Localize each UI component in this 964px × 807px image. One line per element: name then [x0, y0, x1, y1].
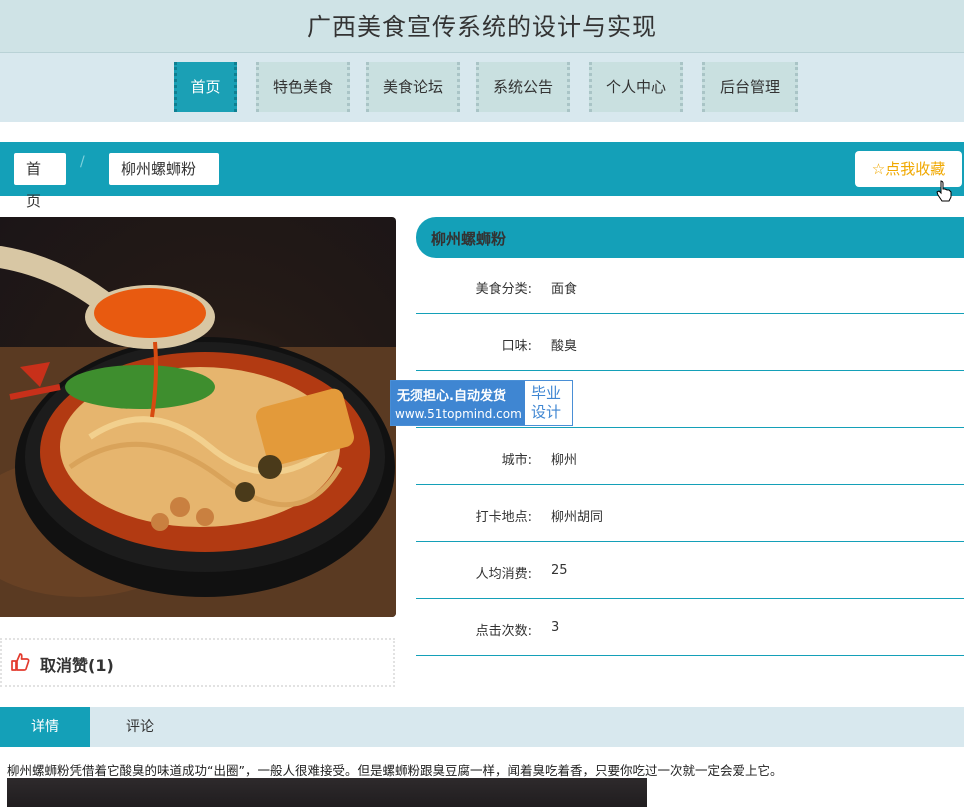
star-icon: ☆	[871, 160, 886, 178]
info-label: 人均消费:	[475, 567, 532, 582]
noodle-bowl-illustration	[0, 246, 396, 617]
info-row-city: 城市: 柳州	[416, 429, 964, 485]
info-row-category: 美食分类: 面食	[416, 258, 964, 314]
info-value: 3	[551, 620, 560, 635]
breadcrumb-current: 柳州螺蛳粉	[109, 153, 219, 185]
info-label: 打卡地点:	[475, 510, 532, 525]
nav-item-home[interactable]: 首页	[174, 62, 237, 112]
like-box[interactable]: 取消赞(1)	[0, 638, 395, 687]
breadcrumb-bar: 首页 / 柳州螺蛳粉 ☆点我收藏	[0, 142, 964, 210]
nav-item-personal-center[interactable]: 个人中心	[589, 62, 683, 112]
breadcrumb-separator: /	[80, 154, 85, 170]
nav-item-food-forum[interactable]: 美食论坛	[366, 62, 460, 112]
tab-comment[interactable]: 评论	[100, 707, 180, 747]
info-label: 美食分类:	[475, 282, 532, 297]
favorite-label: 点我收藏	[885, 160, 946, 178]
info-label: 点击次数:	[475, 624, 532, 639]
food-name-header: 柳州螺蛳粉	[416, 217, 964, 258]
watermark: 无须担心.自动发货 www.51topmind.com 毕业 设计	[390, 380, 573, 426]
thumbs-up-icon	[11, 653, 30, 671]
nav-item-featured-food[interactable]: 特色美食	[256, 62, 350, 112]
nav-item-announcements[interactable]: 系统公告	[476, 62, 570, 112]
nav-item-admin[interactable]: 后台管理	[702, 62, 798, 112]
tab-detail[interactable]: 详情	[0, 707, 90, 747]
watermark-left: 无须担心.自动发货 www.51topmind.com	[391, 381, 525, 425]
detail-image	[7, 778, 647, 807]
info-value: 柳州	[551, 453, 578, 468]
detail-tabs: 详情 评论	[0, 707, 964, 747]
info-value: 酸臭	[551, 339, 578, 354]
watermark-line2: www.51topmind.com	[395, 407, 522, 421]
info-label: 口味:	[501, 339, 532, 354]
watermark-right: 毕业 设计	[531, 384, 562, 421]
site-title: 广西美食宣传系统的设计与实现	[307, 13, 657, 41]
food-description: 柳州螺蛳粉凭借着它酸臭的味道成功“出圈”，一般人很难接受。但是螺蛳粉跟臭豆腐一样…	[7, 763, 783, 778]
watermark-line1: 无须担心.自动发货	[397, 389, 506, 404]
food-image	[0, 217, 396, 617]
info-row-location: 打卡地点: 柳州胡同	[416, 486, 964, 542]
info-value: 面食	[551, 282, 578, 297]
info-row-click-count: 点击次数: 3	[416, 600, 964, 656]
title-bar: 广西美食宣传系统的设计与实现	[0, 0, 964, 53]
breadcrumb-home[interactable]: 首页	[14, 153, 66, 210]
unlike-label: 取消赞(1)	[40, 656, 114, 675]
food-name: 柳州螺蛳粉	[431, 230, 507, 248]
info-value: 25	[551, 563, 568, 578]
hand-cursor-icon	[936, 180, 952, 202]
info-row-taste: 口味: 酸臭	[416, 315, 964, 371]
info-value: 柳州胡同	[551, 510, 604, 525]
info-label: 城市:	[501, 453, 532, 468]
main-nav: 首页 特色美食 美食论坛 系统公告 个人中心 后台管理	[0, 53, 964, 122]
info-row-avg-cost: 人均消费: 25	[416, 543, 964, 599]
